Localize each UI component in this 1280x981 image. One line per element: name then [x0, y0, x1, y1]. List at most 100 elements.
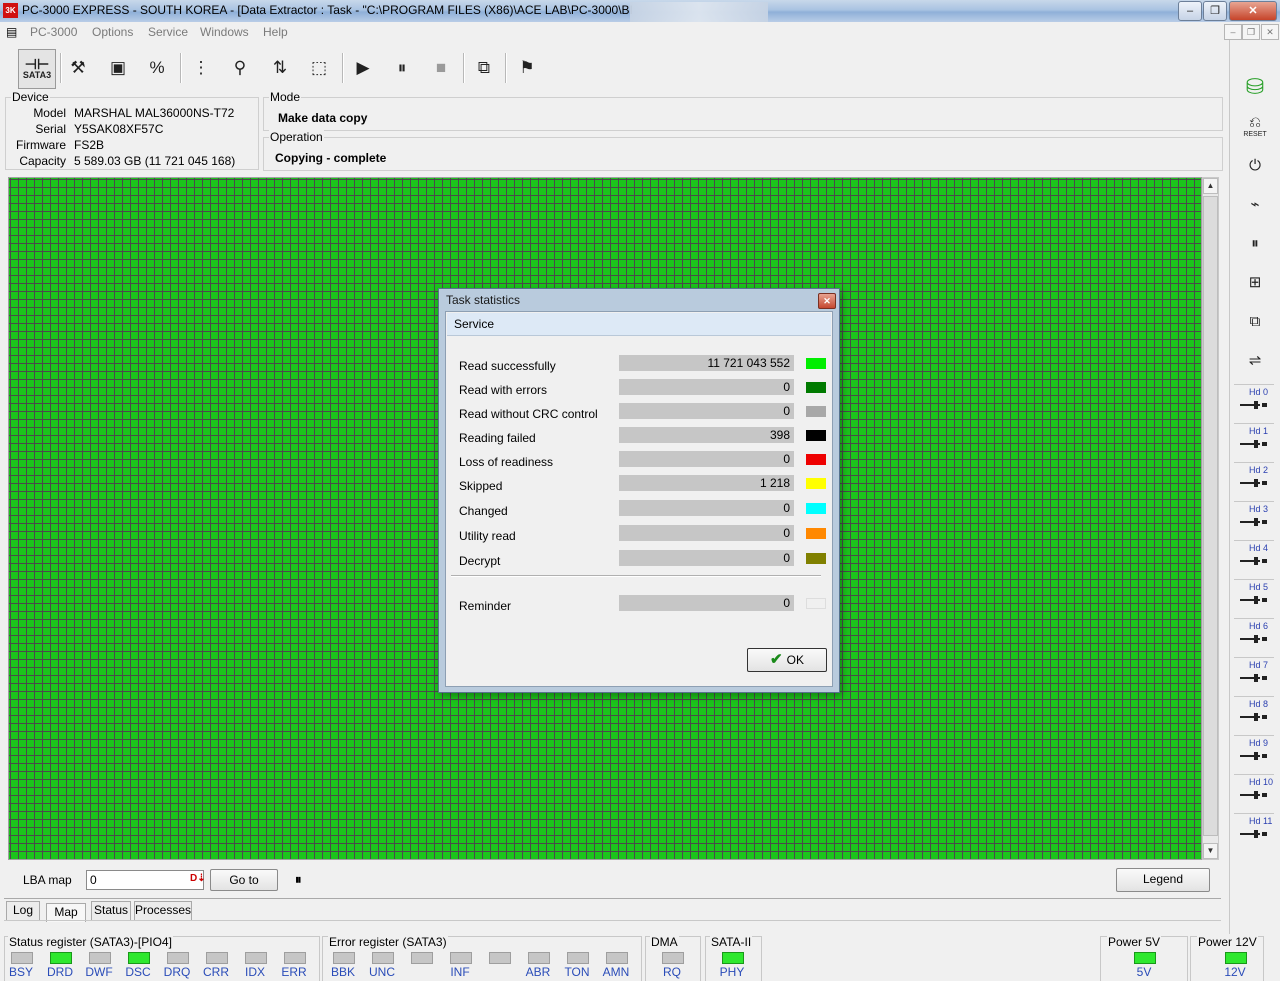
- stat-color-swatch: [806, 358, 826, 369]
- play-icon[interactable]: ▶: [345, 49, 381, 87]
- led-ton: [567, 952, 589, 964]
- service-tab-label: Service: [454, 317, 495, 331]
- menu-pc3000[interactable]: PC-3000: [30, 25, 77, 39]
- head-4-button[interactable]: Hd 4: [1234, 540, 1274, 575]
- reset-icon[interactable]: ⎌ RESET: [1238, 111, 1272, 141]
- mdi-doc-icon[interactable]: ▤: [6, 25, 17, 39]
- toolbar-separator: [463, 53, 465, 83]
- mdi-minimize-button[interactable]: –: [1224, 24, 1242, 40]
- tree-icon[interactable]: ⋮: [183, 49, 219, 87]
- scroll-thumb[interactable]: [1203, 196, 1218, 836]
- ok-label: OK: [786, 653, 804, 667]
- head-0-button[interactable]: Hd 0: [1234, 384, 1274, 419]
- head-8-button[interactable]: Hd 8: [1234, 696, 1274, 731]
- menu-bar: ▤ PC-3000 Options Service Windows Help: [0, 22, 1280, 42]
- pause-icon[interactable]: ⏸: [1238, 228, 1272, 258]
- stat-label: Skipped: [459, 479, 503, 493]
- stat-label: Reading failed: [459, 431, 536, 445]
- led-unc: [372, 952, 394, 964]
- chip-icon[interactable]: ⊞: [1238, 267, 1272, 297]
- minimize-button[interactable]: –: [1178, 1, 1202, 21]
- dialog-close-button[interactable]: ✕: [818, 293, 836, 309]
- reminder-label: Reminder: [459, 599, 512, 613]
- app-icon[interactable]: 3K: [3, 3, 18, 18]
- head-10-button[interactable]: Hd 10: [1234, 774, 1274, 809]
- head-icon: [1240, 713, 1267, 721]
- lba-dropdown-icon[interactable]: D⇣: [190, 873, 206, 884]
- led-label-dsc: DSC: [125, 965, 151, 979]
- legend-button[interactable]: Legend: [1116, 868, 1210, 892]
- title-bar: 3K PC-3000 EXPRESS - SOUTH KOREA - [Data…: [0, 0, 1280, 30]
- service-tab[interactable]: Service: [447, 313, 831, 336]
- serial-value: Y5SAK08XF57C: [74, 122, 164, 136]
- usb-icon[interactable]: ⌁: [1238, 189, 1272, 219]
- exit-icon[interactable]: ⚑: [509, 49, 545, 87]
- tools-icon[interactable]: ⚒: [60, 49, 96, 87]
- head-4-label: Hd 4: [1249, 543, 1269, 553]
- menu-help[interactable]: Help: [263, 25, 288, 39]
- tab-status[interactable]: Status: [91, 901, 131, 921]
- scroll-up-icon[interactable]: ▲: [1203, 178, 1218, 194]
- pause-icon[interactable]: ⏸: [384, 49, 420, 87]
- stat-value: 0: [619, 550, 794, 566]
- map-scrollbar[interactable]: ▲ ▼: [1202, 177, 1219, 860]
- led-bsy: [11, 952, 33, 964]
- head-icon: [1240, 557, 1267, 565]
- led-label-idx: IDX: [244, 965, 265, 979]
- head-1-label: Hd 1: [1249, 426, 1269, 436]
- scroll-down-icon[interactable]: ▼: [1203, 843, 1218, 859]
- stat-label: Loss of readiness: [459, 455, 554, 469]
- ok-button[interactable]: ✔ OK: [747, 648, 827, 672]
- head-icon: [1240, 830, 1267, 838]
- stop-icon[interactable]: ■: [423, 49, 459, 87]
- power-icon[interactable]: ⏻: [1238, 150, 1272, 180]
- tab-log[interactable]: Log: [6, 901, 40, 921]
- stat-label: Utility read: [459, 529, 516, 543]
- head-2-button[interactable]: Hd 2: [1234, 462, 1274, 497]
- head-3-button[interactable]: Hd 3: [1234, 501, 1274, 536]
- head-6-button[interactable]: Hd 6: [1234, 618, 1274, 653]
- sort-icon[interactable]: ⇅: [262, 49, 298, 87]
- led-label-12v: 12V: [1224, 965, 1246, 979]
- stat-color-swatch: [806, 478, 826, 489]
- chip-icon-glyph: ⊞: [1248, 274, 1262, 291]
- binoculars-icon[interactable]: ⚲: [222, 49, 258, 87]
- led-label-dwf: DWF: [85, 965, 113, 979]
- database-icon[interactable]: ⛁: [1238, 72, 1272, 102]
- sata3-button[interactable]: ⊣⊢ SATA3: [18, 49, 56, 89]
- stat-value: 0: [619, 500, 794, 516]
- head-11-button[interactable]: Hd 11: [1234, 813, 1274, 848]
- toolbar: ⊣⊢ SATA3 ⚒ ▣ % ⋮ ⚲ ⇅ ⬚ ▶ ⏸ ■ ⧉ ⚑: [8, 49, 1221, 91]
- tab-processes[interactable]: Processes: [134, 901, 192, 921]
- right-bar-divider: [1229, 40, 1230, 934]
- head-1-button[interactable]: Hd 1: [1234, 423, 1274, 458]
- firmware-value: FS2B: [74, 138, 105, 152]
- mdi-close-button[interactable]: ✕: [1261, 24, 1279, 40]
- menu-service[interactable]: Service: [148, 25, 188, 39]
- capacity-value: 5 589.03 GB (11 721 045 168): [74, 154, 236, 168]
- led-label-rq: RQ: [663, 965, 681, 979]
- copy-icon[interactable]: ⧉: [1238, 306, 1272, 336]
- drive-icon-glyph: ⇌: [1248, 352, 1262, 369]
- stat-color-swatch: [806, 503, 826, 514]
- map-pause-icon[interactable]: ⏸: [295, 872, 302, 888]
- menu-windows[interactable]: Windows: [200, 25, 249, 39]
- menu-options[interactable]: Options: [92, 25, 133, 39]
- head-7-button[interactable]: Hd 7: [1234, 657, 1274, 692]
- reminder-swatch: [806, 598, 826, 609]
- close-button[interactable]: ✕: [1229, 1, 1277, 21]
- head-9-button[interactable]: Hd 9: [1234, 735, 1274, 770]
- chip-icon[interactable]: ▣: [100, 49, 136, 87]
- lba-input[interactable]: 0 D⇣: [86, 870, 206, 890]
- goto-button[interactable]: Go to: [210, 869, 278, 891]
- disk-icon[interactable]: ⬚: [301, 49, 337, 87]
- maximize-button[interactable]: ❐: [1203, 1, 1227, 21]
- error-register-label: Error register (SATA3): [328, 935, 448, 949]
- mdi-restore-button[interactable]: ❐: [1242, 24, 1260, 40]
- drive-icon[interactable]: ⇌: [1238, 345, 1272, 375]
- windows-icon[interactable]: ⧉: [466, 49, 502, 87]
- stat-value: 1 218: [619, 475, 794, 491]
- percent-icon[interactable]: %: [139, 49, 175, 87]
- head-5-button[interactable]: Hd 5: [1234, 579, 1274, 614]
- led-abr: [528, 952, 550, 964]
